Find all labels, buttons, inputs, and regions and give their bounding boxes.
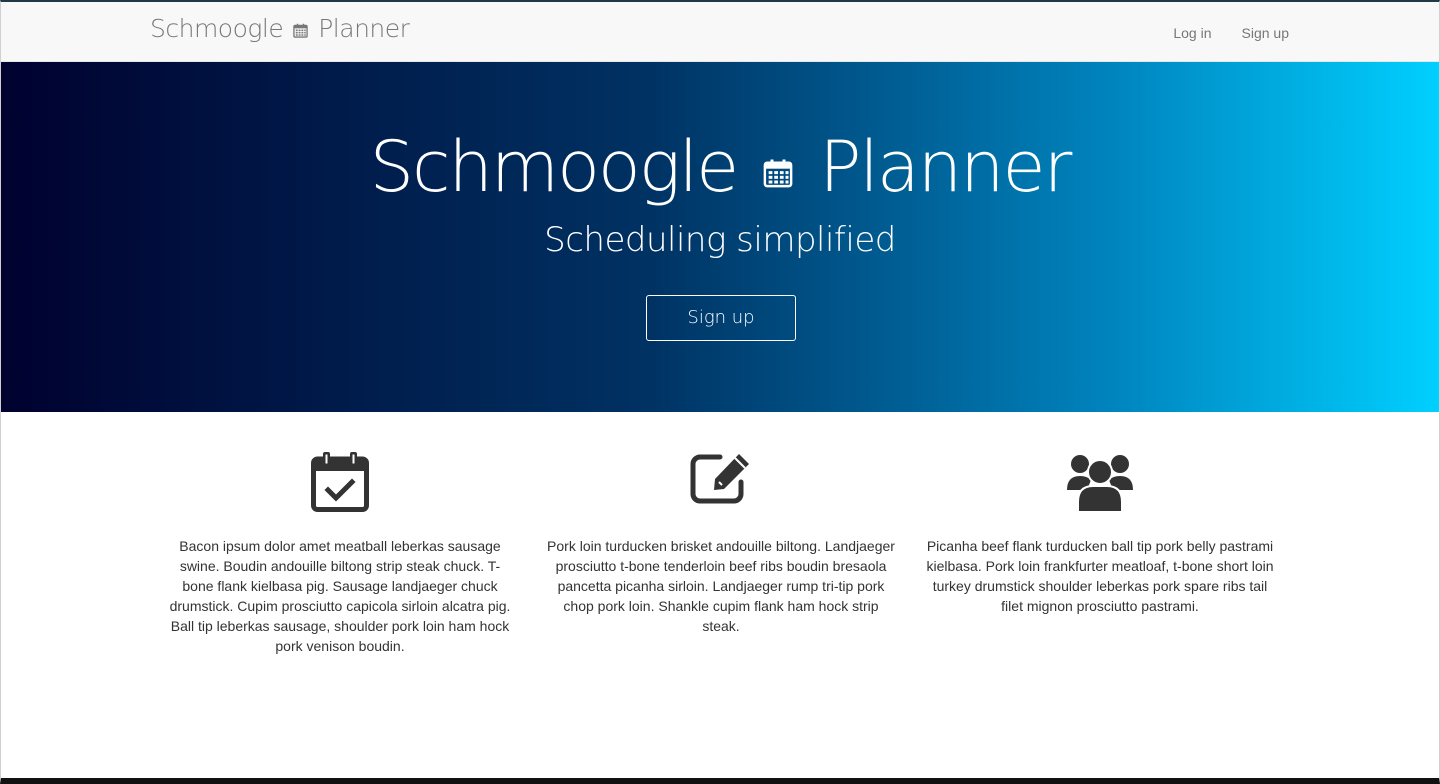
signup-link[interactable]: Sign up bbox=[1212, 25, 1289, 41]
brand-left-text: Schmoogle bbox=[150, 14, 284, 43]
brand-right-text: Planner bbox=[318, 14, 410, 43]
hero-title-left: Schmoogle bbox=[369, 126, 740, 208]
features-section: Bacon ipsum dolor amet meatball leberkas… bbox=[1, 412, 1439, 772]
page-frame: Schmoogle Planner Log in Sign up Schmoog… bbox=[0, 0, 1440, 784]
hero-banner: Schmoogle Planner Scheduling simplified … bbox=[1, 62, 1439, 412]
navbar: Schmoogle Planner Log in Sign up bbox=[1, 2, 1439, 62]
calendar-icon bbox=[293, 23, 308, 38]
hero-subtitle: Scheduling simplified bbox=[544, 220, 896, 260]
feature-description: Pork loin turducken brisket andouille bi… bbox=[547, 538, 895, 634]
navbar-links: Log in Sign up bbox=[1143, 2, 1289, 61]
feature-column: Picanha beef flank turducken ball tip po… bbox=[925, 412, 1275, 614]
feature-description: Bacon ipsum dolor amet meatball leberkas… bbox=[169, 538, 511, 654]
calendar-check-icon bbox=[311, 452, 369, 512]
hero-title: Schmoogle Planner bbox=[1, 122, 1439, 212]
users-icon bbox=[1067, 455, 1133, 512]
hero-signup-button[interactable]: Sign up bbox=[646, 295, 796, 341]
edit-icon bbox=[690, 454, 749, 504]
feature-column: Bacon ipsum dolor amet meatball leberkas… bbox=[165, 412, 515, 654]
feature-description: Picanha beef flank turducken ball tip po… bbox=[926, 538, 1274, 614]
feature-column: Pork loin turducken brisket andouille bi… bbox=[546, 412, 896, 634]
login-link[interactable]: Log in bbox=[1143, 25, 1211, 41]
hero-title-right: Planner bbox=[819, 126, 1072, 208]
calendar-icon bbox=[763, 159, 793, 188]
navbar-brand[interactable]: Schmoogle Planner bbox=[150, 14, 410, 43]
